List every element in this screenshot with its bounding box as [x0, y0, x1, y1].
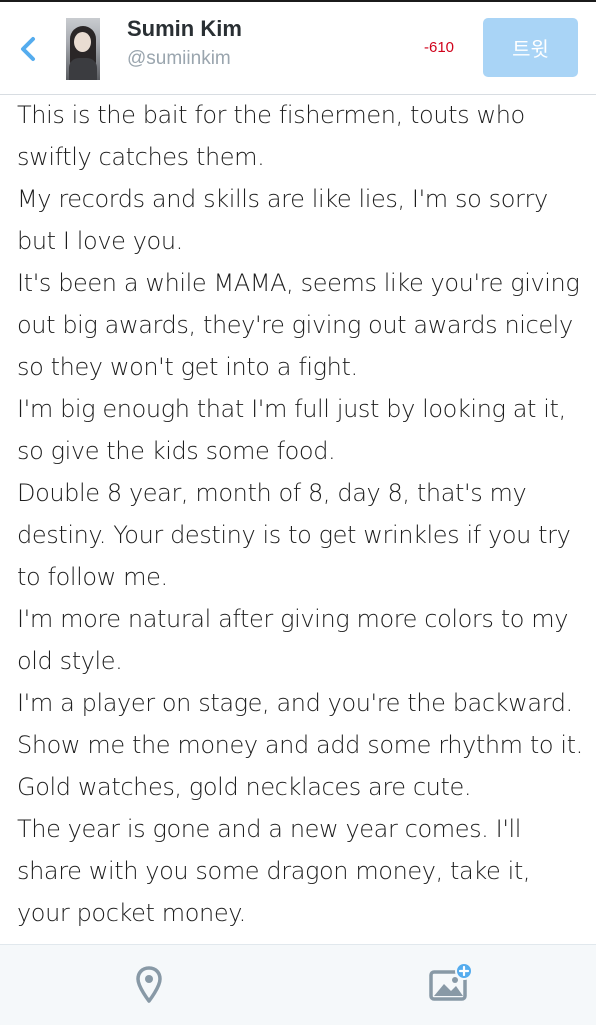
tweet-button[interactable]: 트윗 — [483, 18, 578, 77]
compose-text-line: Gold watches, gold necklaces are cute. — [17, 773, 472, 801]
compose-text-line: Double 8 year, month of 8, day 8, that's… — [17, 479, 527, 507]
compose-text-line: share with you some dragon money, take i… — [17, 857, 531, 885]
compose-text-line: so give the kids some food. — [17, 437, 336, 465]
compose-toolbar — [0, 944, 596, 1025]
compose-text-line: to follow me. — [17, 563, 168, 591]
compose-text-line: old style. — [17, 647, 123, 675]
add-location-button[interactable] — [134, 965, 164, 1005]
compose-header: Sumin Kim @sumiinkim -610 트윗 — [0, 2, 596, 95]
compose-text-line: Show me the money and add some rhythm to… — [17, 731, 583, 759]
user-handle: @sumiinkim — [127, 48, 231, 69]
location-pin-icon — [136, 966, 162, 1003]
compose-text-line: It's been a while MAMA, seems like you'r… — [17, 269, 580, 297]
back-button[interactable] — [14, 34, 44, 64]
add-photo-button[interactable] — [428, 962, 474, 1003]
compose-text-line: I'm a player on stage, and you're the ba… — [17, 689, 573, 717]
compose-text-line: out big awards, they're giving out award… — [17, 311, 573, 339]
compose-text-line: This is the bait for the fishermen, tout… — [17, 101, 525, 129]
add-photo-icon — [429, 962, 473, 1001]
character-counter: -610 — [424, 39, 455, 56]
compose-text-line: so they won't get into a fight. — [17, 353, 358, 381]
compose-text-line: but I love you. — [17, 227, 183, 255]
compose-text-line: swiftly catches them. — [17, 143, 265, 171]
compose-text-line: destiny. Your destiny is to get wrinkles… — [17, 521, 571, 549]
display-name: Sumin Kim — [127, 16, 242, 41]
compose-text-line: I'm more natural after giving more color… — [17, 605, 569, 633]
tweet-compose-textarea[interactable]: This is the bait for the fishermen, tout… — [17, 94, 587, 934]
compose-text-line: I'm big enough that I'm full just by loo… — [17, 395, 566, 423]
chevron-left-icon — [21, 37, 35, 61]
compose-text-line: My records and skills are like lies, I'm… — [17, 185, 548, 213]
avatar — [66, 18, 100, 80]
compose-text-line: your pocket money. — [17, 899, 246, 927]
compose-text-line: The year is gone and a new year comes. I… — [17, 815, 522, 843]
